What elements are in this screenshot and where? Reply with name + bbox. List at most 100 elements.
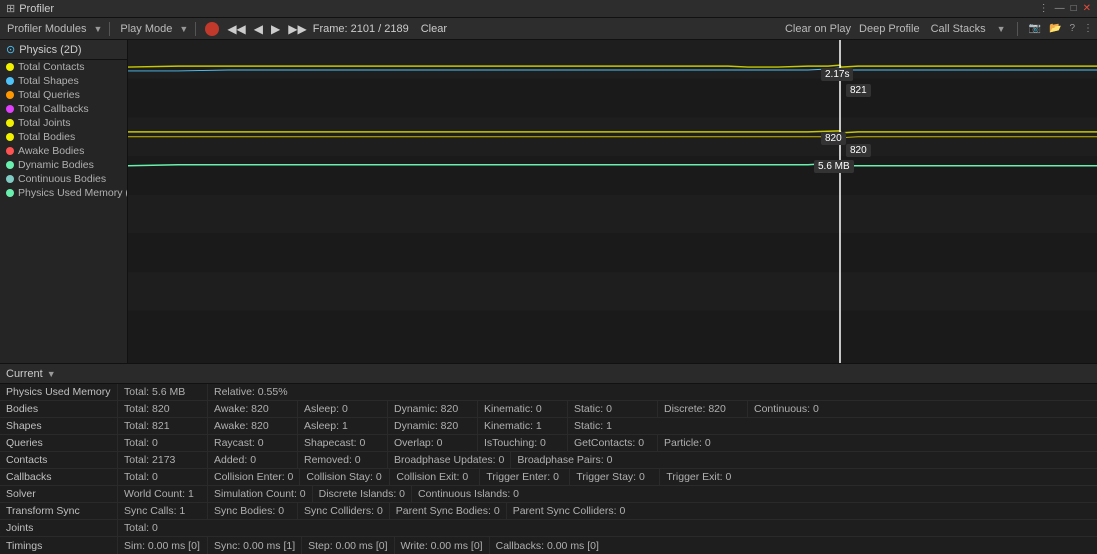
clear-button[interactable]: Clear (421, 23, 447, 35)
sidebar-item-3[interactable]: Total Callbacks (0, 102, 127, 116)
stats-cells-2: Total: 821Awake: 820Asleep: 1Dynamic: 82… (118, 418, 1097, 434)
stats-cell-6-2: Discrete Islands: 0 (313, 486, 412, 502)
sidebar-label-8: Continuous Bodies (18, 173, 106, 185)
stats-cells-6: World Count: 1Simulation Count: 0Discret… (118, 486, 1097, 502)
stats-cell-5-5: Trigger Stay: 0 (570, 469, 660, 485)
playmode-arrow[interactable]: ▼ (179, 24, 188, 34)
stats-cell-9-0: Sim: 0.00 ms [0] (118, 537, 208, 554)
stats-cell-4-1: Added: 0 (208, 452, 298, 468)
stats-cells-5: Total: 0Collision Enter: 0Collision Stay… (118, 469, 1097, 485)
main-area: ⊙ Physics (2D) Total Contacts Total Shap… (0, 40, 1097, 363)
stats-cell-7-2: Sync Colliders: 0 (298, 503, 390, 519)
stats-cell-9-3: Write: 0.00 ms [0] (395, 537, 490, 554)
stats-cell-2-0: Total: 821 (118, 418, 208, 434)
stats-cell-6-3: Continuous Islands: 0 (412, 486, 525, 502)
stats-cell-5-6: Trigger Exit: 0 (660, 469, 750, 485)
sidebar: ⊙ Physics (2D) Total Contacts Total Shap… (0, 40, 128, 363)
stats-label-6: Solver (0, 486, 118, 502)
sidebar-item-1[interactable]: Total Shapes (0, 74, 127, 88)
play-mode-button[interactable]: Play Mode (117, 22, 175, 36)
stats-cell-3-6: Particle: 0 (658, 435, 748, 451)
toolbar-right: Clear on Play Deep Profile Call Stacks ▼… (785, 22, 1093, 36)
stats-cell-9-1: Sync: 0.00 ms [1] (208, 537, 302, 554)
sidebar-dot-4 (6, 119, 14, 127)
stats-cell-5-3: Collision Exit: 0 (390, 469, 480, 485)
stats-cell-3-2: Shapecast: 0 (298, 435, 388, 451)
stats-cell-1-5: Static: 0 (568, 401, 658, 417)
maximize-icon[interactable]: □ (1071, 3, 1077, 14)
next-button[interactable]: ▶ (269, 22, 282, 36)
sidebar-dot-1 (6, 77, 14, 85)
stats-label-3: Queries (0, 435, 118, 451)
profiler-icon: ⊞ (6, 2, 15, 15)
sidebar-item-5[interactable]: Total Bodies (0, 130, 127, 144)
stats-cell-5-1: Collision Enter: 0 (208, 469, 300, 485)
stats-cell-3-3: Overlap: 0 (388, 435, 478, 451)
stats-cell-4-3: Broadphase Updates: 0 (388, 452, 511, 468)
stats-cell-3-5: GetContacts: 0 (568, 435, 658, 451)
stats-cell-5-4: Trigger Enter: 0 (480, 469, 570, 485)
stats-cell-5-0: Total: 0 (118, 469, 208, 485)
modules-arrow[interactable]: ▼ (93, 24, 102, 34)
stats-label-2: Shapes (0, 418, 118, 434)
profiler-modules-button[interactable]: Profiler Modules (4, 22, 89, 36)
record-button[interactable] (205, 22, 219, 36)
sidebar-header: ⊙ Physics (2D) (0, 40, 127, 60)
overflow-icon[interactable]: ⋮ (1083, 23, 1093, 34)
stats-cell-1-2: Asleep: 0 (298, 401, 388, 417)
stats-label-5: Callbacks (0, 469, 118, 485)
minimize-icon[interactable]: — (1055, 3, 1065, 14)
next-frame-button[interactable]: ▶▶ (286, 22, 308, 36)
stats-cell-6-0: World Count: 1 (118, 486, 208, 502)
menu-icon[interactable]: ⋮ (1039, 3, 1049, 14)
clear-on-play-button[interactable]: Clear on Play (785, 23, 851, 35)
close-icon[interactable]: ✕ (1083, 3, 1091, 14)
stats-row-3: QueriesTotal: 0Raycast: 0Shapecast: 0Ove… (0, 435, 1097, 452)
sidebar-item-0[interactable]: Total Contacts (0, 60, 127, 74)
sidebar-item-4[interactable]: Total Joints (0, 116, 127, 130)
stats-cell-1-7: Continuous: 0 (748, 401, 838, 417)
prev-button[interactable]: ◀ (252, 22, 265, 36)
sidebar-label-1: Total Shapes (18, 75, 79, 87)
sidebar-items: Total Contacts Total Shapes Total Querie… (0, 60, 127, 363)
stats-cell-1-4: Kinematic: 0 (478, 401, 568, 417)
current-label: Current (6, 368, 43, 380)
stats-cell-0-1: Relative: 0.55% (208, 384, 298, 400)
toolbar: Profiler Modules ▼ Play Mode ▼ ◀◀ ◀ ▶ ▶▶… (0, 18, 1097, 40)
deep-profile-button[interactable]: Deep Profile (859, 23, 920, 35)
stats-cell-4-0: Total: 2173 (118, 452, 208, 468)
stats-cell-1-3: Dynamic: 820 (388, 401, 478, 417)
prev-frame-button[interactable]: ◀◀ (225, 22, 247, 36)
stats-label-9: Timings (0, 537, 118, 554)
help-icon[interactable]: ? (1069, 23, 1075, 34)
title-bar-right[interactable]: ⋮ — □ ✕ (1039, 3, 1091, 14)
bottom-panel: Current ▼ Physics Used MemoryTotal: 5.6 … (0, 363, 1097, 554)
stats-cell-5-2: Collision Stay: 0 (300, 469, 390, 485)
stats-cells-1: Total: 820Awake: 820Asleep: 0Dynamic: 82… (118, 401, 1097, 417)
stats-cell-2-2: Asleep: 1 (298, 418, 388, 434)
stats-label-8: Joints (0, 520, 118, 536)
stats-cells-9: Sim: 0.00 ms [0]Sync: 0.00 ms [1]Step: 0… (118, 537, 1097, 554)
stats-row-0: Physics Used MemoryTotal: 5.6 MBRelative… (0, 384, 1097, 401)
sidebar-dot-9 (6, 189, 14, 197)
stats-cell-1-1: Awake: 820 (208, 401, 298, 417)
stats-cells-7: Sync Calls: 1Sync Bodies: 0Sync Collider… (118, 503, 1097, 519)
call-stacks-button[interactable]: Call Stacks (928, 22, 989, 36)
sidebar-item-8[interactable]: Continuous Bodies (0, 172, 127, 186)
sidebar-item-6[interactable]: Awake Bodies (0, 144, 127, 158)
stats-cell-2-4: Kinematic: 1 (478, 418, 568, 434)
sidebar-label-5: Total Bodies (18, 131, 75, 143)
sidebar-item-7[interactable]: Dynamic Bodies (0, 158, 127, 172)
sidebar-dot-3 (6, 105, 14, 113)
chart-svg (128, 40, 1097, 363)
stats-cell-0-0: Total: 5.6 MB (118, 384, 208, 400)
chart-area[interactable]: 2.17s 821 820 820 5.6 MB (128, 40, 1097, 363)
stats-row-7: Transform SyncSync Calls: 1Sync Bodies: … (0, 503, 1097, 520)
current-dropdown-arrow[interactable]: ▼ (47, 369, 56, 379)
load-icon[interactable]: 📂 (1049, 23, 1061, 34)
stats-cells-8: Total: 0 (118, 520, 1097, 536)
sidebar-item-9[interactable]: Physics Used Memory (2D) (0, 186, 127, 200)
screenshot-icon[interactable]: 📷 (1029, 23, 1041, 34)
callstacks-arrow[interactable]: ▼ (997, 24, 1006, 34)
sidebar-item-2[interactable]: Total Queries (0, 88, 127, 102)
